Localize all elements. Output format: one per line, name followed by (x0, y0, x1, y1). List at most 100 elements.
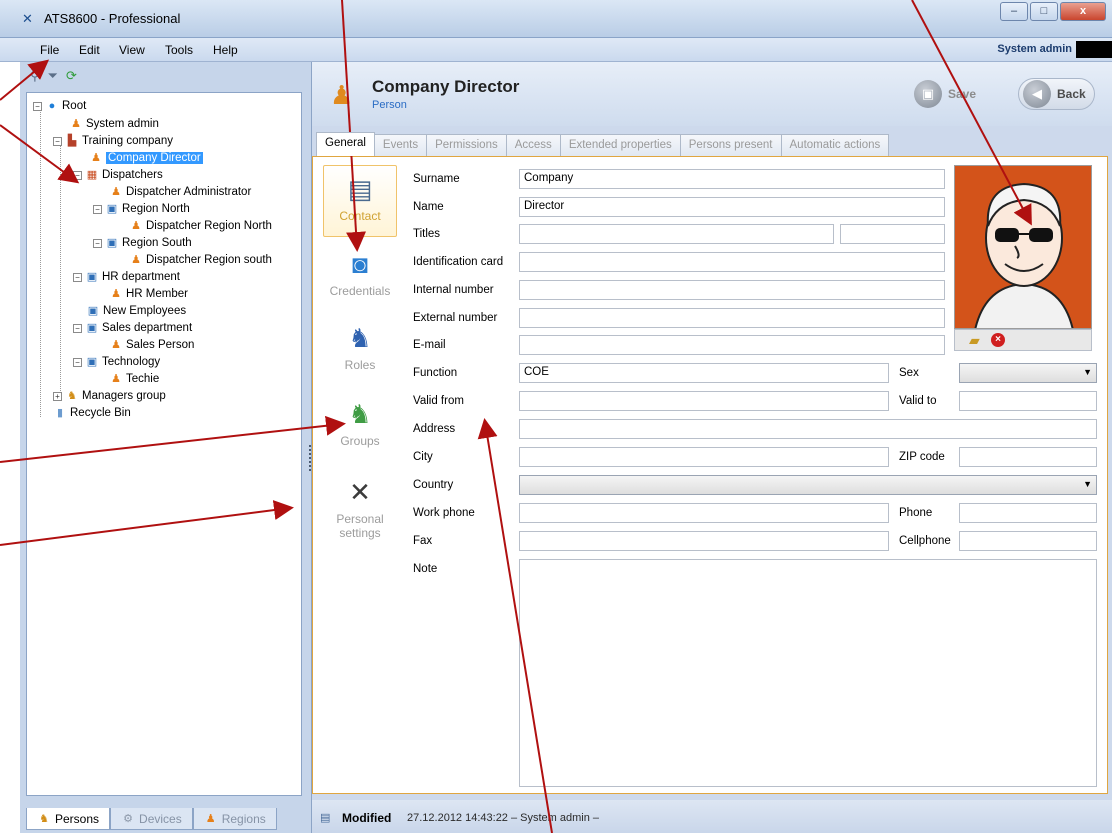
nav-contact[interactable]: ▤ Contact (323, 165, 397, 237)
note-textarea[interactable] (519, 559, 1097, 787)
tree-item[interactable]: − ● Root (33, 97, 86, 115)
nav-personal-settings[interactable]: ✕ Personal settings (323, 477, 397, 540)
nav-groups[interactable]: ♞ Groups (323, 399, 397, 448)
collapse-icon[interactable]: − (73, 272, 82, 282)
tree-item[interactable]: ♟ Dispatcher Administrator (109, 183, 251, 201)
tree-item[interactable]: ♟ Sales Person (109, 336, 194, 354)
refresh-icon[interactable]: ⟳ (66, 68, 77, 88)
work-phone-label: Work phone (413, 507, 475, 519)
collapse-icon[interactable]: − (33, 101, 42, 111)
credentials-icon: ◙ (352, 249, 368, 279)
tree-toolbar: ⚲ ⏷ ⟳ (30, 68, 77, 88)
maximize-button[interactable]: □ (1030, 2, 1058, 21)
search-icon[interactable]: ⚲ (30, 68, 40, 88)
email-field[interactable] (519, 335, 945, 355)
save-button[interactable]: ▣ Save (910, 78, 984, 110)
name-field[interactable]: Director (519, 197, 945, 217)
tab-permissions[interactable]: Permissions (426, 134, 507, 156)
tree-item-selected[interactable]: ♟ Company Director (89, 149, 203, 167)
tab-regions[interactable]: ♟ Regions (192, 808, 277, 830)
minimize-button[interactable]: – (1000, 2, 1028, 21)
tree-item[interactable]: − ▙ Training company (53, 132, 173, 150)
phone-label: Phone (899, 507, 933, 519)
nav-credentials[interactable]: ◙ Credentials (323, 249, 397, 298)
internal-number-label: Internal number (413, 284, 494, 296)
country-select[interactable]: ▼ (519, 475, 1097, 495)
tree-item[interactable]: ♟ HR Member (109, 285, 188, 303)
menu-edit[interactable]: Edit (79, 43, 100, 57)
general-content: ▤ Contact ◙ Credentials ♞ Roles ♞ Groups… (312, 156, 1108, 794)
address-field[interactable] (519, 419, 1097, 439)
menu-help[interactable]: Help (213, 43, 238, 57)
tree-item[interactable]: ♟ Techie (109, 370, 159, 388)
collapse-icon[interactable]: − (93, 204, 102, 214)
tab-extended-properties[interactable]: Extended properties (559, 134, 681, 156)
close-button[interactable]: x (1060, 2, 1106, 21)
title-prefix-field[interactable] (519, 224, 834, 244)
page-subtitle: Person (372, 99, 407, 111)
zip-code-field[interactable] (959, 447, 1097, 467)
collapse-icon[interactable]: − (73, 170, 82, 180)
tree-view[interactable]: − ● Root ♟ System admin − ▙ Training com… (26, 92, 302, 796)
cellphone-label: Cellphone (899, 535, 951, 547)
tree-item[interactable]: ♟ Dispatcher Region North (129, 217, 272, 235)
person-icon: ♟ (111, 288, 121, 300)
tab-persons-present[interactable]: Persons present (679, 134, 782, 156)
tree-item[interactable]: ▮ Recycle Bin (53, 404, 131, 422)
tab-persons[interactable]: ♞ Persons (26, 808, 111, 830)
work-phone-field[interactable] (519, 503, 889, 523)
collapse-icon[interactable]: − (73, 323, 82, 333)
tab-automatic-actions[interactable]: Automatic actions (780, 134, 890, 156)
menu-file[interactable]: File (40, 43, 59, 57)
tree-item[interactable]: − ▣ Sales department (73, 319, 192, 337)
function-field[interactable]: COE (519, 363, 889, 383)
nav-roles[interactable]: ♞ Roles (323, 323, 397, 372)
collapse-icon[interactable]: − (93, 238, 102, 248)
title-suffix-field[interactable] (840, 224, 945, 244)
devices-icon: ⚙ (123, 812, 133, 825)
caricature-portrait (955, 166, 1091, 328)
open-folder-icon[interactable]: ▰ (969, 332, 980, 349)
surname-field[interactable]: Company (519, 169, 945, 189)
phone-field[interactable] (959, 503, 1097, 523)
delete-photo-icon[interactable]: × (991, 333, 1005, 347)
collapse-icon[interactable]: − (73, 357, 82, 367)
department-icon: ▣ (106, 203, 118, 215)
tab-general[interactable]: General (316, 132, 375, 156)
tree-item[interactable]: − ▣ HR department (73, 268, 180, 286)
city-field[interactable] (519, 447, 889, 467)
identification-card-field[interactable] (519, 252, 945, 272)
function-label: Function (413, 367, 458, 379)
tree-item[interactable]: − ▣ Region South (93, 234, 192, 252)
menu-view[interactable]: View (119, 43, 145, 57)
filter-icon[interactable]: ⏷ (48, 68, 58, 88)
tab-access[interactable]: Access (505, 134, 561, 156)
detail-tabs: General Events Permissions Access Extend… (316, 132, 890, 156)
tree-item[interactable]: + ♞ Managers group (53, 387, 166, 405)
person-icon: ♟ (111, 186, 121, 198)
department-icon: ▣ (106, 237, 118, 249)
valid-to-field[interactable] (959, 391, 1097, 411)
expand-icon[interactable]: + (53, 391, 62, 401)
tree-item[interactable]: − ▣ Technology (73, 353, 160, 371)
tree-item[interactable]: ♟ Dispatcher Region south (129, 251, 272, 269)
tree-item[interactable]: ♟ System admin (69, 115, 159, 133)
tree-item[interactable]: − ▣ Region North (93, 200, 190, 218)
window-controls: – □ x (1000, 2, 1106, 21)
tree-item[interactable]: − ▦ Dispatchers (73, 166, 163, 184)
person-photo (954, 165, 1092, 329)
internal-number-field[interactable] (519, 280, 945, 300)
menu-tools[interactable]: Tools (165, 43, 193, 57)
fax-field[interactable] (519, 531, 889, 551)
valid-from-field[interactable] (519, 391, 889, 411)
tab-events[interactable]: Events (373, 134, 428, 156)
sex-select[interactable]: ▼ (959, 363, 1097, 383)
external-number-label: External number (413, 312, 498, 324)
external-number-field[interactable] (519, 308, 945, 328)
person-icon: ♟ (91, 152, 101, 164)
tree-item[interactable]: ▣ New Employees (86, 302, 186, 320)
tab-devices[interactable]: ⚙ Devices (110, 808, 193, 830)
back-button[interactable]: ◀ Back (1018, 78, 1095, 110)
collapse-icon[interactable]: − (53, 136, 62, 146)
cellphone-field[interactable] (959, 531, 1097, 551)
